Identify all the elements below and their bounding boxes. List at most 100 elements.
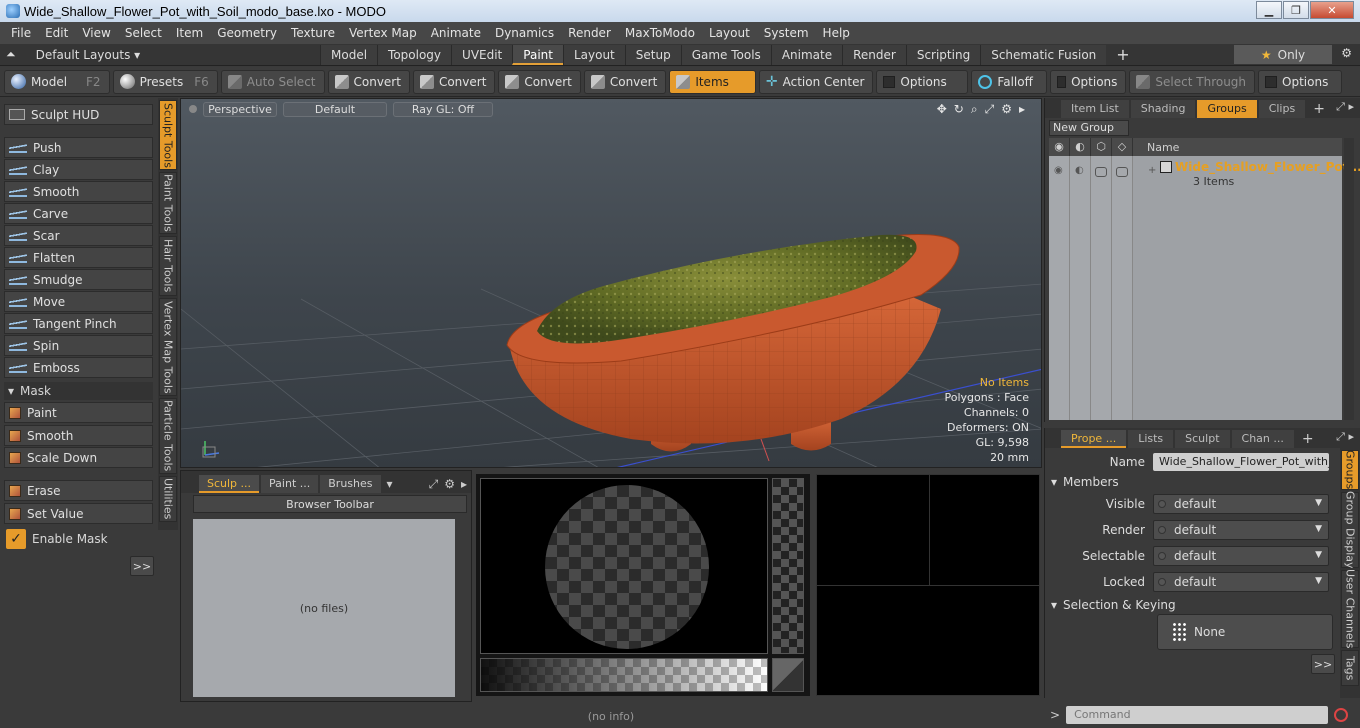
tab-paint[interactable]: Paint	[512, 44, 563, 65]
tab-topology[interactable]: Topology	[377, 44, 452, 65]
add-tab-button[interactable]: +	[1307, 100, 1331, 118]
menu-layout[interactable]: Layout	[702, 22, 757, 44]
tool-clay[interactable]: Clay	[4, 159, 153, 180]
expand-icon[interactable]: ⤢ ▸	[1336, 430, 1354, 444]
groups-list[interactable]: ◉ ◐ ⬡ ◇ Name ◉ ◐ + Wide_Shallow_Flower_P…	[1049, 138, 1360, 420]
zoom-icon[interactable]: ⌕	[971, 102, 978, 117]
menu-vertex-map[interactable]: Vertex Map	[342, 22, 424, 44]
tab-sculpt-presets[interactable]: Sculp ...	[199, 475, 260, 493]
selection-set-button[interactable]: None	[1157, 614, 1333, 650]
menu-edit[interactable]: Edit	[38, 22, 75, 44]
lock-toggle-box[interactable]	[1095, 167, 1107, 177]
expand-icon[interactable]: ⤢	[429, 475, 439, 493]
convert-vertices-button[interactable]: Convert	[327, 69, 410, 94]
tab-sculpt[interactable]: Sculpt	[1175, 430, 1230, 448]
menu-maxtomodo[interactable]: MaxToModo	[618, 22, 702, 44]
group-name-field[interactable]: Wide_Shallow_Flower_Pot_with_S	[1153, 453, 1329, 471]
tool-push[interactable]: Push	[4, 137, 153, 158]
view-type-dropdown[interactable]: Perspective	[203, 101, 277, 117]
menu-file[interactable]: File	[4, 22, 38, 44]
render-icon[interactable]: ◐	[1070, 138, 1091, 156]
locked-select[interactable]: default ▼	[1153, 572, 1329, 592]
menu-render[interactable]: Render	[561, 22, 618, 44]
gear-icon[interactable]: ⚙	[1001, 102, 1012, 117]
raygl-toggle[interactable]: Ray GL: Off	[393, 101, 493, 117]
convert-polygons-button[interactable]: Convert	[498, 69, 581, 94]
falloff-button[interactable]: Falloff	[971, 69, 1048, 94]
sculpt-hud-button[interactable]: Sculpt HUD	[4, 104, 153, 125]
name-column-header[interactable]: Name	[1133, 141, 1179, 154]
mask-paint[interactable]: Paint	[4, 402, 153, 423]
selectable-select[interactable]: default ▼	[1153, 546, 1329, 566]
menu-select[interactable]: Select	[118, 22, 169, 44]
presets-button[interactable]: Presets F6	[112, 69, 218, 94]
tab-properties[interactable]: Prope ...	[1061, 430, 1127, 448]
selection-keying-header[interactable]: ▾ Selection & Keying	[1051, 597, 1331, 613]
uv-view[interactable]	[816, 474, 1040, 696]
visibility-toggle-icon[interactable]: ◉	[1054, 165, 1063, 176]
preview-canvas[interactable]	[480, 478, 768, 654]
vtab-user-channels[interactable]: User Channels	[1341, 569, 1359, 649]
action-center-button[interactable]: ✛ Action Center	[758, 69, 874, 94]
tab-channels[interactable]: Chan ...	[1231, 430, 1294, 448]
more-properties-button[interactable]: >>	[1311, 654, 1335, 674]
vtab-vertex-map-tools[interactable]: Vertex Map Tools	[159, 298, 177, 396]
minimize-button[interactable]: ▁	[1256, 1, 1282, 19]
vtab-tags[interactable]: Tags	[1341, 650, 1359, 686]
enable-mask-toggle[interactable]: ✓ Enable Mask	[6, 529, 108, 549]
vtab-hair-tools[interactable]: Hair Tools	[159, 236, 177, 296]
visible-select[interactable]: default ▼	[1153, 494, 1329, 514]
viewport-style-dropdown[interactable]: Default	[283, 101, 387, 117]
tab-scripting[interactable]: Scripting	[905, 44, 981, 65]
select-through-options-button[interactable]: Options	[1258, 69, 1343, 94]
tab-clips[interactable]: Clips	[1258, 100, 1306, 118]
render-select[interactable]: default ▼	[1153, 520, 1329, 540]
render-toggle-icon[interactable]: ◐	[1075, 165, 1084, 176]
tab-uvedit[interactable]: UVEdit	[451, 44, 513, 65]
tab-paint-presets[interactable]: Paint ...	[261, 475, 319, 493]
expand-arrow-icon[interactable]: ▸	[1019, 102, 1025, 117]
menu-view[interactable]: View	[75, 22, 117, 44]
vtab-group-display[interactable]: Group Display	[1341, 491, 1359, 569]
add-tab-button[interactable]: +	[1106, 45, 1139, 64]
layouts-dropdown[interactable]: ⏶ Default Layouts ▾	[0, 47, 320, 62]
eye-icon[interactable]: ◉	[1049, 138, 1070, 156]
viewport-options-dot[interactable]	[189, 105, 197, 113]
auto-select-button[interactable]: Auto Select	[220, 69, 325, 94]
only-button[interactable]: ★ Only	[1234, 45, 1332, 64]
tool-smudge[interactable]: Smudge	[4, 269, 153, 290]
gear-icon[interactable]: ⚙	[440, 475, 459, 493]
tab-schematic-fusion[interactable]: Schematic Fusion	[980, 44, 1107, 65]
fit-icon[interactable]: ⤢	[985, 102, 995, 117]
color-swatch[interactable]	[772, 658, 804, 692]
tool-smooth[interactable]: Smooth	[4, 181, 153, 202]
new-group-button[interactable]: New Group	[1049, 120, 1129, 136]
mask-section-header[interactable]: ▾ Mask	[4, 382, 153, 400]
menu-geometry[interactable]: Geometry	[210, 22, 284, 44]
tool-carve[interactable]: Carve	[4, 203, 153, 224]
vtab-utilities[interactable]: Utilities	[159, 476, 177, 522]
tool-move[interactable]: Move	[4, 291, 153, 312]
groups-scrollbar[interactable]	[1344, 138, 1354, 420]
tab-setup[interactable]: Setup	[624, 44, 681, 65]
tab-layout[interactable]: Layout	[562, 44, 625, 65]
close-button[interactable]: ✕	[1310, 1, 1354, 19]
tool-scar[interactable]: Scar	[4, 225, 153, 246]
tab-groups[interactable]: Groups	[1197, 100, 1257, 118]
tab-lists[interactable]: Lists	[1128, 430, 1174, 448]
mask-scale-down[interactable]: Scale Down	[4, 447, 153, 468]
members-section-header[interactable]: ▾ Members	[1051, 474, 1331, 490]
3d-viewport[interactable]: Perspective Default Ray GL: Off ✥ ↻ ⌕ ⤢ …	[180, 98, 1042, 468]
command-input[interactable]: Command	[1066, 706, 1329, 724]
model-button[interactable]: Model F2	[4, 69, 110, 94]
pan-icon[interactable]: ✥	[937, 102, 947, 117]
browser-toolbar-button[interactable]: Browser Toolbar	[193, 495, 467, 513]
chevron-down-icon[interactable]: ▾	[383, 475, 397, 493]
expand-icon[interactable]: ⤢ ▸	[1336, 100, 1354, 114]
vtab-groups[interactable]: Groups	[1341, 450, 1359, 490]
action-center-options-button[interactable]: Options	[876, 69, 969, 94]
menu-system[interactable]: System	[757, 22, 816, 44]
mask-set-value[interactable]: Set Value	[4, 503, 153, 524]
add-tab-button[interactable]: +	[1296, 430, 1320, 448]
vtab-sculpt-tools[interactable]: Sculpt Tools	[159, 100, 177, 170]
